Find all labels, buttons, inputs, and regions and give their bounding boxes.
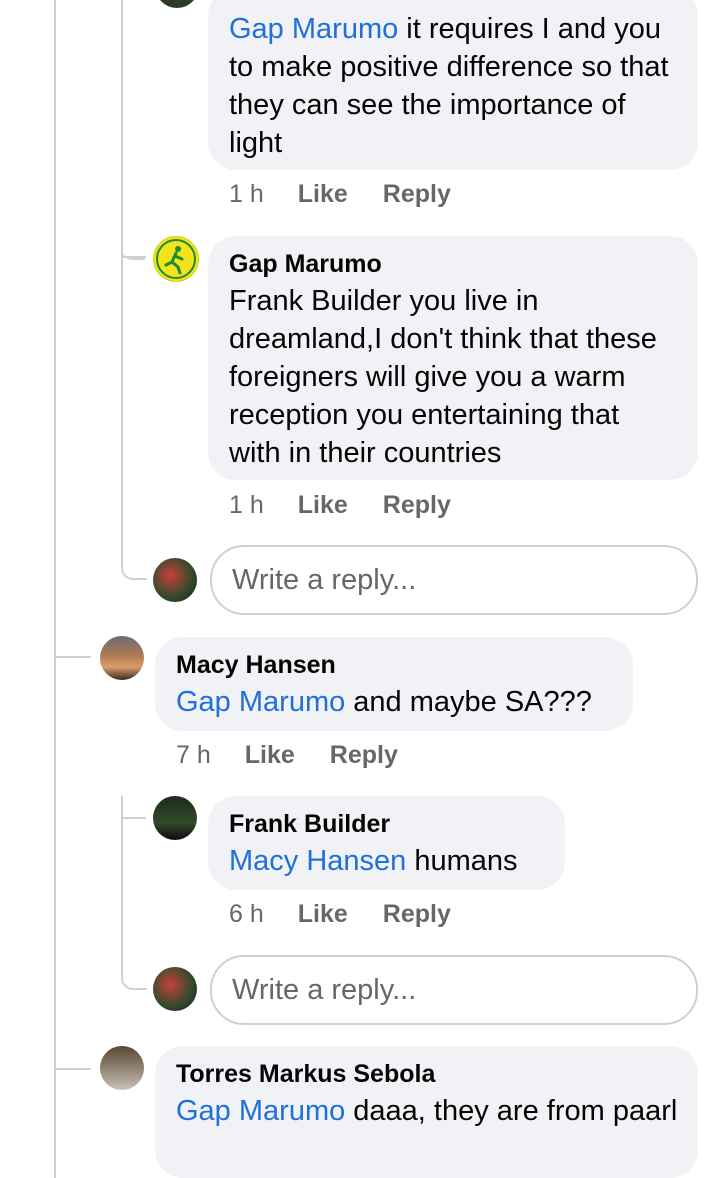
comment-bubble: Frank Builder Macy Hansen humans <box>208 796 565 890</box>
comment-bubble: Gap Marumo it requires I and you to make… <box>208 0 698 170</box>
reply-button[interactable]: Reply <box>383 491 451 520</box>
comment-time: 7 h <box>176 741 211 769</box>
current-user-avatar <box>153 967 197 1011</box>
avatar[interactable] <box>153 796 197 840</box>
thread-connector <box>55 1068 91 1070</box>
comment-actions: 6 h Like Reply <box>229 900 451 929</box>
comment-text: Frank Builder you live in dreamland,I do… <box>229 285 657 469</box>
comment-actions: 1 h Like Reply <box>229 180 451 209</box>
reply-button[interactable]: Reply <box>383 900 451 929</box>
reply-input[interactable]: Write a reply... <box>210 955 698 1025</box>
comment-text: and maybe SA??? <box>345 686 592 718</box>
reply-button[interactable]: Reply <box>383 180 451 209</box>
mention-link[interactable]: Gap Marumo <box>176 686 345 718</box>
current-user-avatar <box>153 558 197 602</box>
comment-author[interactable]: Frank Builder <box>229 806 545 842</box>
comment-time: 6 h <box>229 900 264 928</box>
like-button[interactable]: Like <box>298 491 348 520</box>
comment-actions: 1 h Like Reply <box>229 491 451 520</box>
comment-author[interactable]: Macy Hansen <box>176 647 613 683</box>
thread-connector <box>121 960 147 990</box>
thread-line-inner-2 <box>121 796 123 976</box>
comment-bubble: Macy Hansen Gap Marumo and maybe SA??? <box>155 637 633 731</box>
thread-connector <box>55 656 91 658</box>
comment-text: humans <box>406 845 518 877</box>
thread-line-inner-1 <box>121 0 123 560</box>
avatar[interactable] <box>153 236 199 282</box>
avatar[interactable] <box>100 636 144 680</box>
mention-link[interactable]: Gap Marumo <box>229 13 398 45</box>
thread-connector <box>122 817 146 819</box>
comment-bubble: Gap Marumo Frank Builder you live in dre… <box>208 236 698 480</box>
reply-placeholder: Write a reply... <box>232 973 417 1006</box>
thread-connector <box>122 256 146 258</box>
thread-line-outer <box>54 0 56 1178</box>
mention-link[interactable]: Macy Hansen <box>229 845 406 877</box>
avatar[interactable] <box>100 1046 144 1090</box>
thread-connector <box>121 550 147 580</box>
like-button[interactable]: Like <box>245 741 295 770</box>
comment-author[interactable]: Gap Marumo <box>229 246 678 282</box>
comment-text: daaa, they are from paarl <box>345 1095 678 1127</box>
comment-time: 1 h <box>229 491 264 519</box>
runner-icon <box>156 239 196 279</box>
comment-bubble: Torres Markus Sebola Gap Marumo daaa, th… <box>155 1046 698 1178</box>
mention-link[interactable]: Gap Marumo <box>176 1095 345 1127</box>
reply-placeholder: Write a reply... <box>232 563 417 596</box>
comment-actions: 7 h Like Reply <box>176 741 398 770</box>
reply-input[interactable]: Write a reply... <box>210 545 698 615</box>
comment-author[interactable]: Torres Markus Sebola <box>176 1056 678 1092</box>
comment-time: 1 h <box>229 180 264 208</box>
like-button[interactable]: Like <box>298 900 348 929</box>
avatar[interactable] <box>155 0 199 8</box>
like-button[interactable]: Like <box>298 180 348 209</box>
reply-button[interactable]: Reply <box>330 741 398 770</box>
